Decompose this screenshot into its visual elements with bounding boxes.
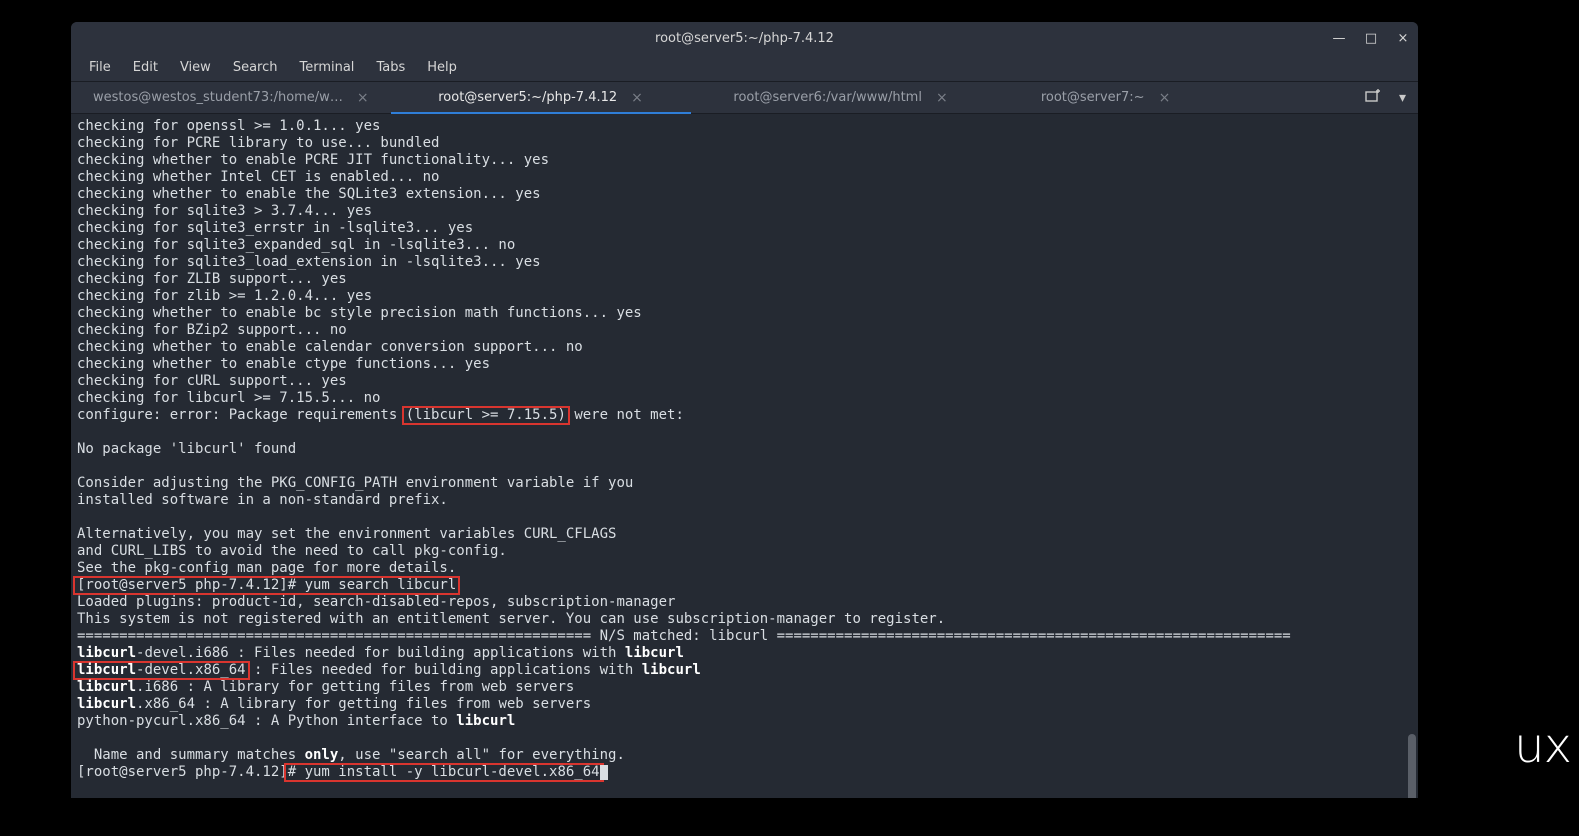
new-tab-icon[interactable] xyxy=(1365,89,1381,107)
menu-view[interactable]: View xyxy=(170,56,221,79)
pkg-name: libcurl xyxy=(77,679,136,695)
tabbar: westos@westos_student73:/home/w… × root@… xyxy=(71,82,1418,114)
terminal-bold: only xyxy=(305,747,339,763)
menu-tabs[interactable]: Tabs xyxy=(366,56,415,79)
pkg-name: libcurl xyxy=(625,645,684,661)
pkg-name: libcurl xyxy=(77,645,136,661)
chevron-down-icon[interactable]: ▾ xyxy=(1399,90,1406,106)
tab-close-icon[interactable]: × xyxy=(936,90,948,106)
menu-terminal[interactable]: Terminal xyxy=(289,56,364,79)
terminal-text: Loaded plugins: product-id, search-disab… xyxy=(77,594,1291,644)
tab-label: root@server6:/var/www/html xyxy=(733,90,922,105)
terminal-text: No package 'libcurl' found Consider adju… xyxy=(77,441,633,576)
window-title: root@server5:~/php-7.4.12 xyxy=(655,31,834,46)
terminal-text: Name and summary matches xyxy=(77,747,305,763)
tab-server7[interactable]: root@server7:~ × xyxy=(991,82,1221,113)
terminal-prompt: [root@server5 php-7.4.12] xyxy=(77,764,288,780)
terminal-text: .x86_64 : A library for getting files fr… xyxy=(136,696,591,712)
titlebar[interactable]: root@server5:~/php-7.4.12 — □ × xyxy=(71,22,1418,54)
menu-search[interactable]: Search xyxy=(223,56,288,79)
desktop-watermark: ux xyxy=(1514,718,1571,774)
highlight-cmd: [root@server5 php-7.4.12]# yum search li… xyxy=(73,576,460,595)
terminal-text: -devel.i686 : Files needed for building … xyxy=(136,645,625,661)
terminal-text: were not met: xyxy=(566,407,684,423)
tab-close-icon[interactable]: × xyxy=(631,90,643,106)
tab-label: root@server5:~/php-7.4.12 xyxy=(438,90,617,105)
pkg-name: libcurl xyxy=(642,662,701,678)
tab-close-icon[interactable]: × xyxy=(357,90,369,106)
highlight-error: (libcurl >= 7.15.5) xyxy=(402,406,570,425)
menubar: File Edit View Search Terminal Tabs Help xyxy=(71,54,1418,82)
terminal-text: .i686 : A library for getting files from… xyxy=(136,679,574,695)
menu-help[interactable]: Help xyxy=(417,56,467,79)
highlight-cmd: # yum install -y libcurl-devel.x86_64 xyxy=(284,763,604,782)
tab-label: root@server7:~ xyxy=(1041,90,1145,105)
highlight-pkg: libcurl-devel.x86_64 xyxy=(73,661,250,680)
cursor xyxy=(600,765,608,780)
scrollbar[interactable] xyxy=(1406,114,1418,798)
menu-edit[interactable]: Edit xyxy=(123,56,168,79)
minimize-icon[interactable]: — xyxy=(1332,31,1346,46)
terminal-text: : Files needed for building applications… xyxy=(246,662,642,678)
terminal-text: python-pycurl.x86_64 : A Python interfac… xyxy=(77,713,456,729)
terminal-window: root@server5:~/php-7.4.12 — □ × File Edi… xyxy=(71,22,1418,798)
tab-close-icon[interactable]: × xyxy=(1159,90,1171,106)
tab-server6[interactable]: root@server6:/var/www/html × xyxy=(691,82,991,113)
pkg-name: libcurl xyxy=(456,713,515,729)
menu-file[interactable]: File xyxy=(79,56,121,79)
tab-westos[interactable]: westos@westos_student73:/home/w… × xyxy=(71,82,391,113)
terminal-output[interactable]: checking for openssl >= 1.0.1... yes che… xyxy=(71,114,1418,798)
terminal-text: , use "search all" for everything. xyxy=(338,747,625,763)
close-icon[interactable]: × xyxy=(1396,31,1410,46)
tab-server5[interactable]: root@server5:~/php-7.4.12 × xyxy=(391,82,691,113)
tab-label: westos@westos_student73:/home/w… xyxy=(93,90,343,105)
maximize-icon[interactable]: □ xyxy=(1364,31,1378,46)
terminal-text: checking for openssl >= 1.0.1... yes che… xyxy=(77,118,642,406)
terminal-text: configure: error: Package requirements xyxy=(77,407,406,423)
scroll-thumb[interactable] xyxy=(1408,734,1416,798)
pkg-name: libcurl xyxy=(77,696,136,712)
